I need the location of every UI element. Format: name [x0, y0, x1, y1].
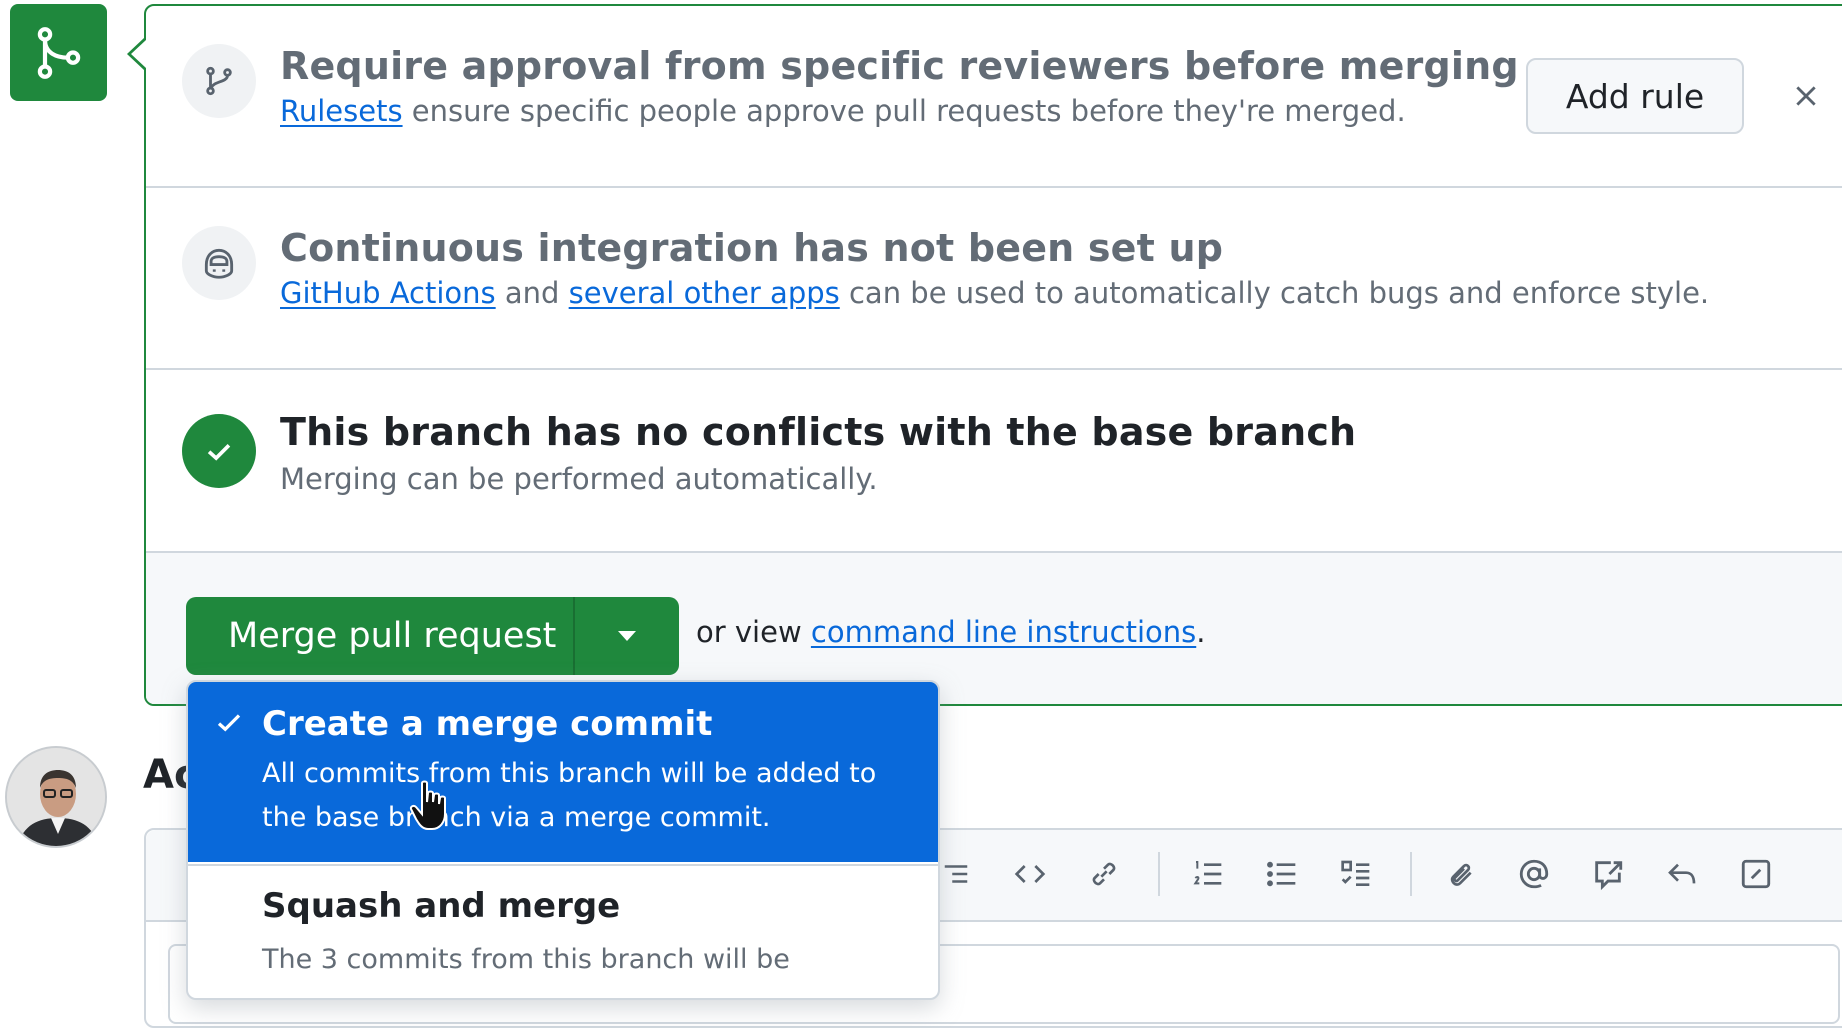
- paperclip-icon[interactable]: [1438, 852, 1482, 896]
- ci-section: Continuous integration has not been set …: [146, 188, 1842, 370]
- or-view-label: or view: [696, 615, 811, 649]
- quote-icon[interactable]: [934, 852, 978, 896]
- ci-description: GitHub Actions and several other apps ca…: [280, 276, 1709, 310]
- menu-item-create-merge-commit[interactable]: Create a merge commit All commits from t…: [188, 682, 938, 862]
- rulesets-link[interactable]: Rulesets: [280, 94, 403, 128]
- merge-button-group: Merge pull request: [186, 597, 679, 675]
- ci-mid-text: and: [495, 276, 569, 310]
- rules-suggestion-section: Require approval from specific reviewers…: [146, 6, 1842, 188]
- command-line-instructions-link[interactable]: command line instructions: [811, 615, 1196, 649]
- conflict-title: This branch has no conflicts with the ba…: [280, 410, 1357, 454]
- task-list-icon[interactable]: [1334, 852, 1378, 896]
- add-rule-button[interactable]: Add rule: [1526, 58, 1744, 134]
- github-actions-link[interactable]: GitHub Actions: [280, 276, 496, 310]
- unordered-list-icon[interactable]: [1260, 852, 1304, 896]
- ci-title: Continuous integration has not been set …: [280, 226, 1224, 270]
- menu-item-description: All commits from this branch will be add…: [262, 758, 877, 833]
- check-circle-icon: [182, 414, 256, 488]
- mention-icon[interactable]: [1512, 852, 1556, 896]
- menu-item-squash-and-merge[interactable]: Squash and merge The 3 commits from this…: [188, 864, 938, 998]
- conflict-section: This branch has no conflicts with the ba…: [146, 370, 1842, 553]
- conflict-description: Merging can be performed automatically.: [280, 462, 878, 496]
- merge-method-menu: Create a merge commit All commits from t…: [186, 680, 940, 1000]
- or-view-text: or view command line instructions.: [696, 615, 1205, 649]
- reply-icon[interactable]: [1660, 852, 1704, 896]
- git-merge-icon: [10, 4, 107, 101]
- other-apps-link[interactable]: several other apps: [569, 276, 840, 310]
- menu-item-title: Squash and merge: [262, 886, 621, 926]
- triangle-down-icon: [618, 631, 636, 641]
- link-icon[interactable]: [1082, 852, 1126, 896]
- fullscreen-icon[interactable]: [1734, 852, 1778, 896]
- rules-title: Require approval from specific reviewers…: [280, 44, 1519, 88]
- merge-pull-request-button[interactable]: Merge pull request: [186, 597, 575, 675]
- close-icon[interactable]: [1786, 76, 1826, 116]
- rules-description: Rulesets ensure specific people approve …: [280, 94, 1406, 128]
- period: .: [1196, 615, 1206, 649]
- code-icon[interactable]: [1008, 852, 1052, 896]
- menu-item-title: Create a merge commit: [262, 704, 713, 744]
- cross-reference-icon[interactable]: [1586, 852, 1630, 896]
- rules-desc-text: ensure specific people approve pull requ…: [402, 94, 1406, 128]
- copilot-robot-icon: [182, 226, 256, 300]
- check-icon: [214, 708, 244, 742]
- merge-box: Require approval from specific reviewers…: [144, 4, 1842, 706]
- menu-item-description: The 3 commits from this branch will be: [262, 944, 790, 975]
- hand-pointer-cursor-icon: [408, 780, 452, 836]
- git-branch-icon: [182, 44, 256, 118]
- merge-method-dropdown-button[interactable]: [575, 597, 679, 675]
- ci-desc-text: can be used to automatically catch bugs …: [839, 276, 1710, 310]
- ordered-list-icon[interactable]: [1186, 852, 1230, 896]
- avatar[interactable]: [5, 746, 107, 848]
